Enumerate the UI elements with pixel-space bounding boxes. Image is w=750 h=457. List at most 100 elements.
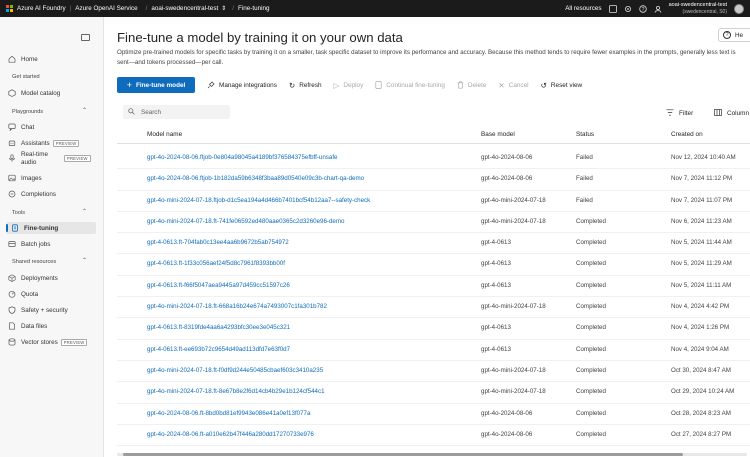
search-icon [128, 107, 135, 117]
model-name-link[interactable]: gpt-4o-mini-2024-07-18.ft-741fe06592ed48… [147, 218, 477, 225]
sidebar-item-completions[interactable]: Completions [8, 189, 56, 199]
sidebar-item-label: Completions [21, 190, 56, 198]
model-name-link[interactable]: gpt-4-0613.ft-1f33c056aef24f5d8c7961f839… [147, 260, 477, 267]
reset-view-button[interactable]: ↺ Reset view [541, 81, 583, 90]
button-label: Deploy [343, 81, 364, 89]
section-tools: Tools [12, 210, 26, 216]
button-label: Reset view [550, 81, 583, 89]
gear-icon[interactable] [624, 5, 632, 13]
table-row[interactable]: gpt-4o-2024-08-06.ftjob-1b182da59b6348f3… [117, 169, 750, 191]
manage-integrations-button[interactable]: Manage integrations [207, 81, 277, 89]
cell-base: gpt-4o-mini-2024-07-18 [481, 366, 546, 374]
continual-fine-tuning-button[interactable]: Continual fine-tuning [375, 81, 445, 89]
label-line-2: audio [21, 159, 37, 166]
chevron-up-icon[interactable]: ⌃ [82, 257, 87, 264]
cell-created: Nov 4, 2024 9:04 AM [671, 345, 729, 353]
table-row[interactable]: gpt-4o-mini-2024-07-18.ft-741fe06592ed48… [117, 212, 750, 234]
feedback-icon[interactable] [654, 5, 662, 13]
sidebar-item-quota[interactable]: Quota [8, 289, 38, 299]
chevron-up-icon[interactable]: ⌃ [82, 208, 87, 215]
sidebar-item-deployments[interactable]: Deployments [8, 273, 58, 283]
avatar[interactable] [734, 3, 744, 14]
sidebar-item-safety-security[interactable]: Safety + security [8, 305, 68, 315]
model-name-link[interactable]: gpt-4-0613.ft-f66f5047aea9445a97d459cc51… [147, 282, 477, 289]
sidebar-item-chat[interactable]: Chat [8, 122, 34, 132]
sidebar-item-vector-stores[interactable]: Vector stores PREVIEW [8, 337, 88, 347]
horizontal-scrollbar[interactable] [117, 453, 747, 456]
cell-created: Oct 27, 2024 8:27 PM [671, 430, 732, 438]
filter-button[interactable]: Filter [666, 109, 693, 118]
cancel-button[interactable]: ✕ Cancel [498, 81, 528, 90]
table-row[interactable]: gpt-4o-2024-08-06.ftjob-0e804a98045a4189… [117, 148, 750, 170]
sidebar-item-label: Fine-tuning [24, 224, 59, 232]
sidebar-item-assistants[interactable]: Assistants PREVIEW [8, 138, 80, 148]
search-input[interactable]: Search [123, 105, 230, 119]
help-icon[interactable]: ? [638, 4, 647, 13]
model-name-link[interactable]: gpt-4-0613.ft-704fab0c13ee4aa6b9672b5ab7… [147, 239, 477, 246]
all-resources-link[interactable]: All resources [565, 5, 601, 12]
sidebar-item-fine-tuning[interactable]: Fine-tuning [6, 222, 96, 234]
plus-icon: + [126, 80, 132, 90]
cell-status: Completed [576, 217, 606, 225]
delete-button[interactable]: Delete [457, 81, 486, 89]
service-name[interactable]: Azure OpenAI Service [75, 5, 137, 12]
cell-base: gpt-4-0613 [481, 260, 511, 268]
table-row[interactable]: gpt-4-0613.ft-704fab0c13ee4aa6b9672b5ab7… [117, 233, 750, 255]
help-button[interactable]: ? He [718, 28, 750, 42]
filter-icon [666, 109, 674, 118]
preview-badge: PREVIEW [63, 155, 91, 162]
table-row[interactable]: gpt-4o-mini-2024-07-18.ft-f0df9d244e5048… [117, 361, 750, 383]
model-name-link[interactable]: gpt-4-0613.ft-8319fde4aa6a4293bfc30ee3e0… [147, 324, 477, 331]
breadcrumb-page[interactable]: Fine-tuning [238, 5, 270, 12]
table-row[interactable]: gpt-4o-mini-2024-07-18.ft-8e67b8e2f6d14c… [117, 382, 750, 404]
collapse-sidebar-icon[interactable] [81, 34, 90, 41]
sidebar-item-batch-jobs[interactable]: Batch jobs [8, 239, 50, 249]
quota-icon [8, 290, 16, 298]
breadcrumb-resource[interactable]: aoai-swedencentral-test ⇕ [151, 5, 226, 12]
sidebar-item-model-catalog[interactable]: Model catalog [8, 88, 60, 98]
table-row[interactable]: gpt-4o-2024-08-06.ft-a010e62b47f446a280d… [117, 425, 750, 447]
cell-status: Completed [576, 281, 606, 289]
table-row[interactable]: gpt-4-0613.ft-f66f5047aea9445a97d459cc51… [117, 276, 750, 298]
model-name-link[interactable]: gpt-4o-2024-08-06.ftjob-1b182da59b6348f3… [147, 175, 477, 182]
cell-status: Completed [576, 345, 606, 353]
column-header-status[interactable]: Status [576, 131, 594, 138]
brand[interactable]: Azure AI Foundry | Azure OpenAI Service [0, 5, 138, 12]
table-row[interactable]: gpt-4o-mini-2024-07-18.ft-668a16b24e674a… [117, 297, 750, 319]
model-name-link[interactable]: gpt-4-0613.ft-ee693b72c9654d49ad113dfd7e… [147, 346, 477, 353]
table-row[interactable]: gpt-4-0613.ft-1f33c056aef24f5d8c7961f839… [117, 254, 750, 276]
column-header-created-on[interactable]: Created on [671, 131, 703, 138]
table-row[interactable]: gpt-4-0613.ft-8319fde4aa6a4293bfc30ee3e0… [117, 318, 750, 340]
resource-name: aoai-swedencentral-test [151, 5, 219, 12]
refresh-button[interactable]: ↻ Refresh [289, 81, 322, 90]
scrollbar-thumb[interactable] [123, 453, 683, 456]
model-name-link[interactable]: gpt-4o-mini-2024-07-18.ft-668a16b24e674a… [147, 303, 477, 310]
column-header-model-name[interactable]: Model name [147, 131, 182, 138]
sidebar-item-label: Batch jobs [21, 240, 51, 248]
help-icon: ? [723, 31, 731, 39]
fine-tune-model-button[interactable]: + Fine-tune model [117, 77, 195, 93]
cell-created: Nov 7, 2024 11:12 PM [671, 175, 733, 183]
model-name-link[interactable]: gpt-4o-2024-08-06.ft-8bd0bd81ef9943e086e… [147, 410, 477, 417]
cell-created: Nov 4, 2024 4:42 PM [671, 303, 730, 311]
table-row[interactable]: gpt-4o-2024-08-06.ft-8bd0bd81ef9943e086e… [117, 404, 750, 425]
notification-icon[interactable] [608, 4, 617, 13]
table-row[interactable]: gpt-4-0613.ft-ee693b72c9654d49ad113dfd7e… [117, 340, 750, 361]
model-name-link[interactable]: gpt-4o-2024-08-06.ft-a010e62b47f446a280d… [147, 431, 477, 438]
model-name-link[interactable]: gpt-4o-mini-2024-07-18.ftjob-d1c5ea194a4… [147, 197, 477, 204]
model-name-link[interactable]: gpt-4o-2024-08-06.ftjob-0e804a98045a4189… [147, 154, 477, 161]
sidebar-item-home[interactable]: Home [8, 54, 38, 64]
model-name-link[interactable]: gpt-4o-mini-2024-07-18.ft-f0df9d244e5048… [147, 367, 477, 374]
columns-button[interactable]: Column [714, 109, 749, 118]
column-header-base-model[interactable]: Base model [481, 131, 515, 138]
deploy-button[interactable]: ▷ Deploy [334, 81, 364, 90]
table-row[interactable]: gpt-4o-mini-2024-07-18.ftjob-d1c5ea194a4… [117, 191, 750, 212]
cell-base: gpt-4o-2024-08-06 [481, 175, 533, 183]
sidebar-item-realtime-audio[interactable]: Real-time audio PREVIEW [8, 151, 91, 171]
sidebar-item-data-files[interactable]: Data files [8, 321, 47, 331]
account-info[interactable]: aoai-swedencentral-test (swedencentral, … [669, 2, 727, 16]
reset-icon: ↺ [540, 80, 547, 90]
sidebar-item-images[interactable]: Images [8, 173, 42, 183]
chevron-up-icon[interactable]: ⌃ [82, 107, 87, 114]
model-name-link[interactable]: gpt-4o-mini-2024-07-18.ft-8e67b8e2f6d14c… [147, 388, 477, 395]
